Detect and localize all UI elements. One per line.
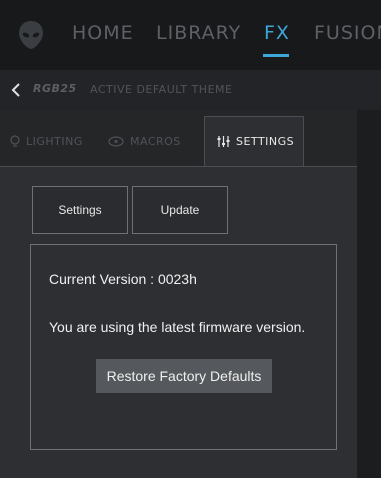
tab-lighting[interactable]: LIGHTING bbox=[10, 116, 83, 166]
chevron-left-icon[interactable] bbox=[10, 82, 22, 98]
restore-factory-defaults-button[interactable]: Restore Factory Defaults bbox=[96, 359, 272, 393]
sliders-icon bbox=[217, 136, 230, 147]
nav-library[interactable]: LIBRARY bbox=[156, 22, 241, 44]
current-version: Current Version : 0023h bbox=[49, 271, 197, 287]
active-theme-name: ACTIVE DEFAULT THEME bbox=[90, 83, 233, 96]
firmware-info-box: Current Version : 0023h You are using th… bbox=[30, 244, 337, 450]
active-nav-indicator bbox=[263, 54, 289, 57]
tab-macros[interactable]: MACROS bbox=[108, 116, 181, 166]
tab-label: LIGHTING bbox=[26, 134, 83, 148]
firmware-status-message: You are using the latest firmware versio… bbox=[49, 319, 306, 335]
device-name: RGB25 bbox=[33, 82, 77, 95]
nav-fx[interactable]: FX bbox=[264, 22, 290, 44]
theme-bar: RGB25 ACTIVE DEFAULT THEME bbox=[0, 70, 381, 110]
tab-label: SETTINGS bbox=[236, 135, 295, 148]
side-scroll-strip bbox=[357, 110, 381, 478]
update-subtab-button[interactable]: Update bbox=[132, 186, 228, 234]
current-version-value: 0023h bbox=[157, 271, 197, 287]
tab-settings[interactable]: SETTINGS bbox=[204, 116, 304, 166]
nav-home[interactable]: HOME bbox=[72, 22, 134, 44]
top-navigation: HOME LIBRARY FX FUSION bbox=[0, 0, 381, 70]
lightbulb-icon bbox=[10, 134, 20, 147]
tab-label: MACROS bbox=[130, 134, 181, 148]
tab-bar: LIGHTING MACROS SETTINGS bbox=[0, 116, 381, 166]
macro-icon bbox=[108, 135, 124, 147]
current-version-label: Current Version : bbox=[49, 271, 155, 287]
settings-subtab-button[interactable]: Settings bbox=[32, 186, 128, 234]
alien-head-icon[interactable] bbox=[18, 20, 44, 50]
nav-fusion[interactable]: FUSION bbox=[314, 22, 381, 44]
